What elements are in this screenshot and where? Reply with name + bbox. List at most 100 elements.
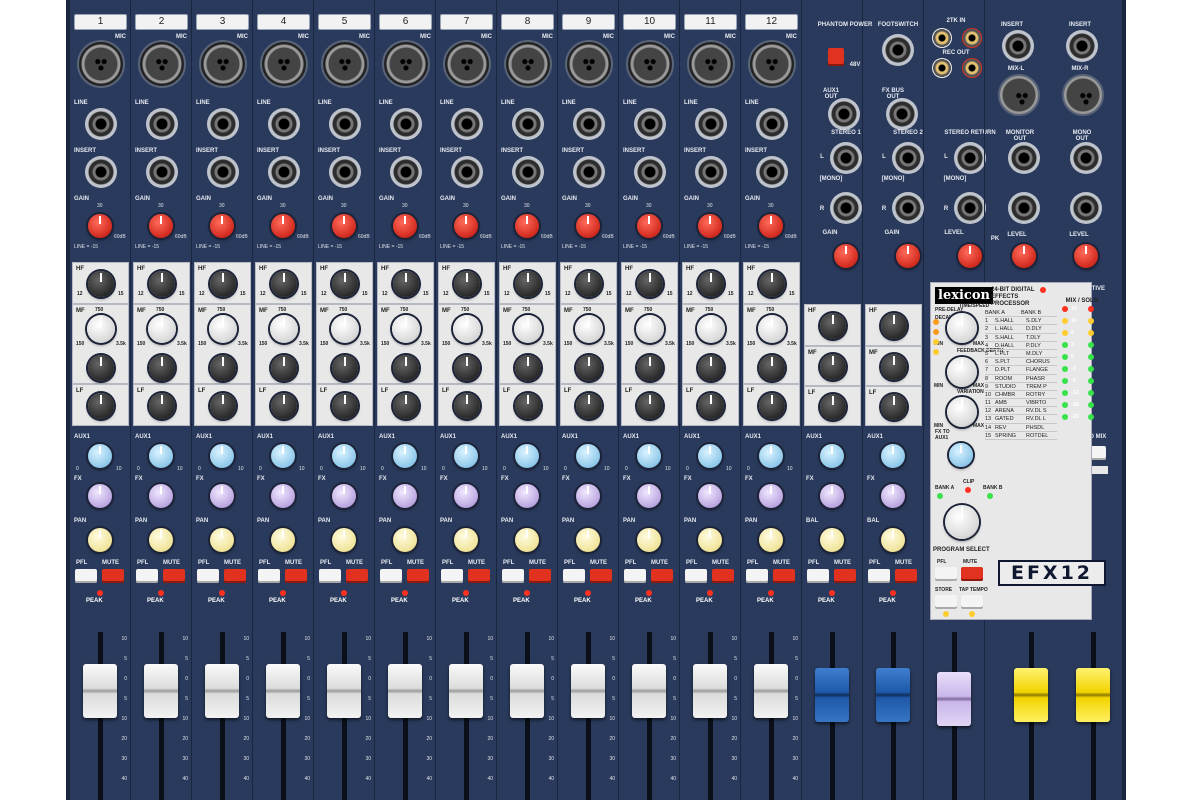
master-fader[interactable] xyxy=(1076,668,1110,722)
aux1-knob[interactable] xyxy=(637,444,661,468)
balance-knob[interactable] xyxy=(820,528,844,552)
mute-button[interactable] xyxy=(224,569,246,583)
mf-frequency-knob[interactable] xyxy=(758,315,786,343)
mf-frequency-knob[interactable] xyxy=(209,315,237,343)
pan-knob[interactable] xyxy=(332,528,356,552)
hf-knob[interactable] xyxy=(210,271,236,297)
mute-button[interactable] xyxy=(163,569,185,583)
fx-send-knob[interactable] xyxy=(698,484,722,508)
fx-send-knob[interactable] xyxy=(576,484,600,508)
effects-time-knob[interactable] xyxy=(947,313,977,343)
insert-jack[interactable] xyxy=(390,156,422,188)
pan-knob[interactable] xyxy=(576,528,600,552)
insert-jack[interactable] xyxy=(85,156,117,188)
hf-knob[interactable] xyxy=(576,271,602,297)
xlr-mic-input[interactable] xyxy=(565,40,613,88)
mf-frequency-knob[interactable] xyxy=(331,315,359,343)
line-input-jack[interactable] xyxy=(451,108,483,140)
channel-fader[interactable] xyxy=(266,664,300,718)
lf-knob[interactable] xyxy=(637,393,663,419)
lf-knob[interactable] xyxy=(149,393,175,419)
fx-send-knob[interactable] xyxy=(393,484,417,508)
line-input-jack[interactable] xyxy=(268,108,300,140)
pfl-button[interactable] xyxy=(197,569,219,583)
fx-send-knob[interactable] xyxy=(88,484,112,508)
line-input-jack[interactable] xyxy=(512,108,544,140)
xlr-mic-input[interactable] xyxy=(748,40,796,88)
mf-frequency-knob[interactable] xyxy=(392,315,420,343)
fx-send-knob[interactable] xyxy=(637,484,661,508)
fx-send-knob[interactable] xyxy=(332,484,356,508)
fx-send-knob[interactable] xyxy=(454,484,478,508)
insert-jack[interactable] xyxy=(268,156,300,188)
stereo-l-jack[interactable] xyxy=(830,142,862,174)
mute-button[interactable] xyxy=(529,569,551,583)
fx-send-knob[interactable] xyxy=(881,484,905,508)
pan-knob[interactable] xyxy=(210,528,234,552)
mf-gain-knob[interactable] xyxy=(759,355,785,381)
hf-knob[interactable] xyxy=(515,271,541,297)
channel-fader[interactable] xyxy=(144,664,178,718)
fx-return-fader[interactable] xyxy=(937,672,971,726)
insert-jack[interactable] xyxy=(695,156,727,188)
mute-button[interactable] xyxy=(346,569,368,583)
fx-to-aux1-knob[interactable] xyxy=(949,443,973,467)
line-input-jack[interactable] xyxy=(207,108,239,140)
fx-send-knob[interactable] xyxy=(759,484,783,508)
hf-knob[interactable] xyxy=(637,271,663,297)
lf-knob[interactable] xyxy=(576,393,602,419)
footswitch-jack[interactable] xyxy=(882,34,914,66)
pan-knob[interactable] xyxy=(149,528,173,552)
gain-knob[interactable] xyxy=(759,214,783,238)
hf-knob[interactable] xyxy=(820,313,846,339)
line-input-jack[interactable] xyxy=(85,108,117,140)
hf-knob[interactable] xyxy=(393,271,419,297)
mf-frequency-knob[interactable] xyxy=(575,315,603,343)
mute-button[interactable] xyxy=(468,569,490,583)
lf-knob[interactable] xyxy=(210,393,236,419)
mute-button[interactable] xyxy=(102,569,124,583)
aux1-knob[interactable] xyxy=(393,444,417,468)
mf-gain-knob[interactable] xyxy=(698,355,724,381)
mf-gain-knob[interactable] xyxy=(149,355,175,381)
mf-frequency-knob[interactable] xyxy=(87,315,115,343)
pfl-button[interactable] xyxy=(685,569,707,583)
pfl-button[interactable] xyxy=(502,569,524,583)
gain-knob[interactable] xyxy=(88,214,112,238)
lf-knob[interactable] xyxy=(332,393,358,419)
pan-knob[interactable] xyxy=(759,528,783,552)
aux1-out-jack[interactable] xyxy=(828,98,860,130)
xlr-mic-input[interactable] xyxy=(626,40,674,88)
hf-knob[interactable] xyxy=(698,271,724,297)
stereo-r-jack[interactable] xyxy=(892,192,924,224)
stereo-fader[interactable] xyxy=(876,668,910,722)
mf-gain-knob[interactable] xyxy=(454,355,480,381)
stereo-gain-knob[interactable] xyxy=(834,244,858,268)
mf-knob[interactable] xyxy=(820,354,846,380)
gain-knob[interactable] xyxy=(637,214,661,238)
pan-knob[interactable] xyxy=(637,528,661,552)
fx-send-knob[interactable] xyxy=(820,484,844,508)
gain-knob[interactable] xyxy=(271,214,295,238)
xlr-mic-input[interactable] xyxy=(382,40,430,88)
line-input-jack[interactable] xyxy=(573,108,605,140)
pan-knob[interactable] xyxy=(698,528,722,552)
lf-knob[interactable] xyxy=(698,393,724,419)
mute-button[interactable] xyxy=(651,569,673,583)
pfl-button[interactable] xyxy=(75,569,97,583)
insert-jack[interactable] xyxy=(634,156,666,188)
mf-frequency-knob[interactable] xyxy=(148,315,176,343)
pfl-button[interactable] xyxy=(868,569,890,583)
insert-jack[interactable] xyxy=(146,156,178,188)
lf-knob[interactable] xyxy=(515,393,541,419)
insert-jack[interactable] xyxy=(329,156,361,188)
master-fader[interactable] xyxy=(1014,668,1048,722)
mute-button[interactable] xyxy=(895,569,917,583)
fx-send-knob[interactable] xyxy=(271,484,295,508)
xlr-mic-input[interactable] xyxy=(199,40,247,88)
mf-frequency-knob[interactable] xyxy=(636,315,664,343)
xlr-mic-input[interactable] xyxy=(321,40,369,88)
lf-knob[interactable] xyxy=(88,393,114,419)
pfl-button[interactable] xyxy=(441,569,463,583)
aux1-knob[interactable] xyxy=(88,444,112,468)
